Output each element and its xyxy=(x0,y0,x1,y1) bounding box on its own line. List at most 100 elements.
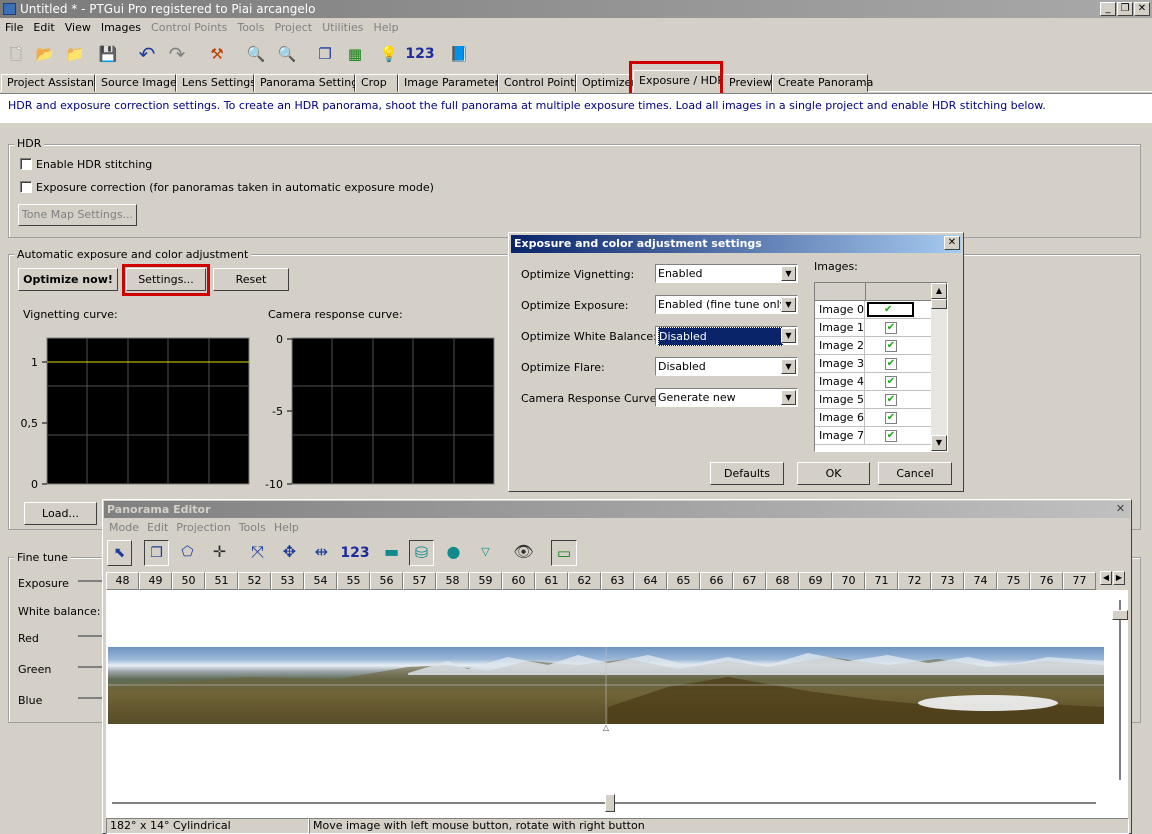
tone-map-settings-button[interactable]: Tone Map Settings... xyxy=(18,204,137,226)
image-1-checkbox[interactable]: ✔ xyxy=(885,322,897,334)
list-item[interactable]: Image 2 ✔ xyxy=(815,337,935,355)
ruler-image-48[interactable]: 48 xyxy=(106,572,139,590)
menu-view[interactable]: View xyxy=(60,19,96,37)
green-slider[interactable] xyxy=(78,666,102,668)
rectilinear-projection-icon[interactable]: ▬ xyxy=(379,540,404,566)
horizontal-slider-track[interactable] xyxy=(112,802,1096,804)
ruler-image-72[interactable]: 72 xyxy=(898,572,931,590)
center-point-icon[interactable]: ✛ xyxy=(207,540,232,566)
ruler-image-61[interactable]: 61 xyxy=(535,572,568,590)
ruler-image-67[interactable]: 67 xyxy=(733,572,766,590)
menu-project[interactable]: Project xyxy=(269,19,317,37)
ruler-image-64[interactable]: 64 xyxy=(634,572,667,590)
window-title-bar[interactable]: Untitled * - PTGui Pro registered to Pia… xyxy=(0,0,1152,18)
numbering-icon[interactable]: 123 xyxy=(404,41,436,67)
scroll-up-icon[interactable]: ▲ xyxy=(931,283,947,299)
tab-optimizer[interactable]: Optimizer xyxy=(576,74,636,92)
ruler-image-74[interactable]: 74 xyxy=(964,572,997,590)
list-item[interactable]: Image 1 ✔ xyxy=(815,319,935,337)
image-0-checkbox[interactable]: ✔ xyxy=(867,302,914,317)
reset-button[interactable]: Reset xyxy=(213,268,289,291)
tab-preview[interactable]: Preview xyxy=(723,74,772,92)
tab-project-assistant[interactable]: Project Assistant xyxy=(1,74,98,92)
new-file-icon[interactable]: 🗋 xyxy=(3,41,29,67)
dialog-close-icon[interactable]: ✕ xyxy=(944,236,960,250)
select-pointer-icon[interactable]: ⬉ xyxy=(107,540,132,566)
image-5-checkbox[interactable]: ✔ xyxy=(885,394,897,406)
ruler-image-76[interactable]: 76 xyxy=(1030,572,1063,590)
flare-select[interactable]: Disabled ▼ xyxy=(655,357,798,376)
menu-file[interactable]: File xyxy=(0,19,28,37)
image-3-checkbox[interactable]: ✔ xyxy=(885,358,897,370)
ruler-image-63[interactable]: 63 xyxy=(601,572,634,590)
save-icon[interactable]: 💾 xyxy=(95,41,121,67)
more-projections-icon[interactable]: ▽ xyxy=(473,540,498,566)
redo-icon[interactable]: ↷ xyxy=(164,41,190,67)
image-2-checkbox[interactable]: ✔ xyxy=(885,340,897,352)
ruler-image-59[interactable]: 59 xyxy=(469,572,502,590)
exposure-correction-checkbox[interactable] xyxy=(20,181,32,193)
horizon-handle-icon[interactable]: △ xyxy=(601,724,611,732)
move-single-image-icon[interactable]: ⬠ xyxy=(175,540,200,566)
camera-curve-select[interactable]: Generate new ▼ xyxy=(655,388,798,407)
ruler-image-53[interactable]: 53 xyxy=(271,572,304,590)
menu-edit[interactable]: Edit xyxy=(28,19,59,37)
open-folder-icon[interactable]: 📂 xyxy=(32,41,58,67)
list-item[interactable]: Image 4 ✔ xyxy=(815,373,935,391)
images-list[interactable]: Image 0 ✔ Image 1 ✔ Image 2 ✔ Image 3 ✔ Imag… xyxy=(814,282,948,452)
center-panorama-icon[interactable]: ✥ xyxy=(277,540,302,566)
vertical-slider-track[interactable] xyxy=(1119,600,1121,780)
move-images-icon[interactable]: ❐ xyxy=(144,540,169,566)
tools-icon[interactable]: ⚒ xyxy=(204,41,230,67)
open-recent-icon[interactable]: 📁 xyxy=(62,41,88,67)
ruler-image-57[interactable]: 57 xyxy=(403,572,436,590)
spherical-projection-icon[interactable]: ● xyxy=(441,540,466,566)
ruler-right-icon[interactable]: ▶ xyxy=(1113,571,1125,585)
pe-menu-tools[interactable]: Tools xyxy=(235,519,270,536)
list-item[interactable]: Image 3 ✔ xyxy=(815,355,935,373)
menu-help[interactable]: Help xyxy=(369,19,404,37)
ruler-image-65[interactable]: 65 xyxy=(667,572,700,590)
ruler-image-68[interactable]: 68 xyxy=(766,572,799,590)
panorama-image[interactable] xyxy=(108,647,1104,724)
load-button[interactable]: Load... xyxy=(24,502,97,525)
list-item[interactable]: Image 7 ✔ xyxy=(815,427,935,445)
panorama-editor-title-bar[interactable]: Panorama Editor xyxy=(104,501,1130,518)
table-icon[interactable]: ▦ xyxy=(342,41,368,67)
ok-button[interactable]: OK xyxy=(797,462,870,485)
tab-source-images[interactable]: Source Images xyxy=(95,74,182,92)
ruler-image-50[interactable]: 50 xyxy=(172,572,205,590)
ruler-image-51[interactable]: 51 xyxy=(205,572,238,590)
fit-panorama-icon[interactable]: ⤧ xyxy=(245,540,270,566)
help-book-icon[interactable]: 📘 xyxy=(446,41,472,67)
ruler-image-56[interactable]: 56 xyxy=(370,572,403,590)
defaults-button[interactable]: Defaults xyxy=(710,462,784,485)
enable-hdr-checkbox[interactable] xyxy=(20,158,32,170)
red-slider[interactable] xyxy=(78,635,102,637)
menu-images[interactable]: Images xyxy=(96,19,146,37)
ruler-image-69[interactable]: 69 xyxy=(799,572,832,590)
menu-utilities[interactable]: Utilities xyxy=(317,19,368,37)
tab-create-panorama[interactable]: Create Panorama xyxy=(772,74,873,92)
panorama-canvas[interactable]: △ xyxy=(106,590,1128,818)
images-scrollbar[interactable]: ▲ ▼ xyxy=(931,283,947,451)
menu-control-points[interactable]: Control Points xyxy=(146,19,232,37)
pe-menu-edit[interactable]: Edit xyxy=(143,519,172,536)
ruler-image-62[interactable]: 62 xyxy=(568,572,601,590)
zoom-in-icon[interactable]: 🔍 xyxy=(243,41,269,67)
zoom-out-icon[interactable]: 🔍 xyxy=(274,41,300,67)
tab-panorama-settings[interactable]: Panorama Settings xyxy=(254,74,364,92)
tab-control-points[interactable]: Control Points xyxy=(498,74,580,92)
exposure-select[interactable]: Enabled (fine tune only) ▼ xyxy=(655,295,798,314)
optimize-now-button[interactable]: Optimize now! xyxy=(18,268,118,291)
ruler-image-70[interactable]: 70 xyxy=(832,572,865,590)
white-balance-select[interactable]: Disabled ▼ xyxy=(655,326,798,346)
ruler-image-49[interactable]: 49 xyxy=(139,572,172,590)
pe-menu-help[interactable]: Help xyxy=(270,519,303,536)
image-7-checkbox[interactable]: ✔ xyxy=(885,430,897,442)
show-eye-icon[interactable]: 👁 xyxy=(511,540,536,566)
dialog-title-bar[interactable]: Exposure and color adjustment settings xyxy=(511,235,961,253)
lightbulb-icon[interactable]: 💡 xyxy=(376,41,402,67)
undo-icon[interactable]: ↶ xyxy=(134,41,160,67)
list-item[interactable]: Image 6 ✔ xyxy=(815,409,935,427)
